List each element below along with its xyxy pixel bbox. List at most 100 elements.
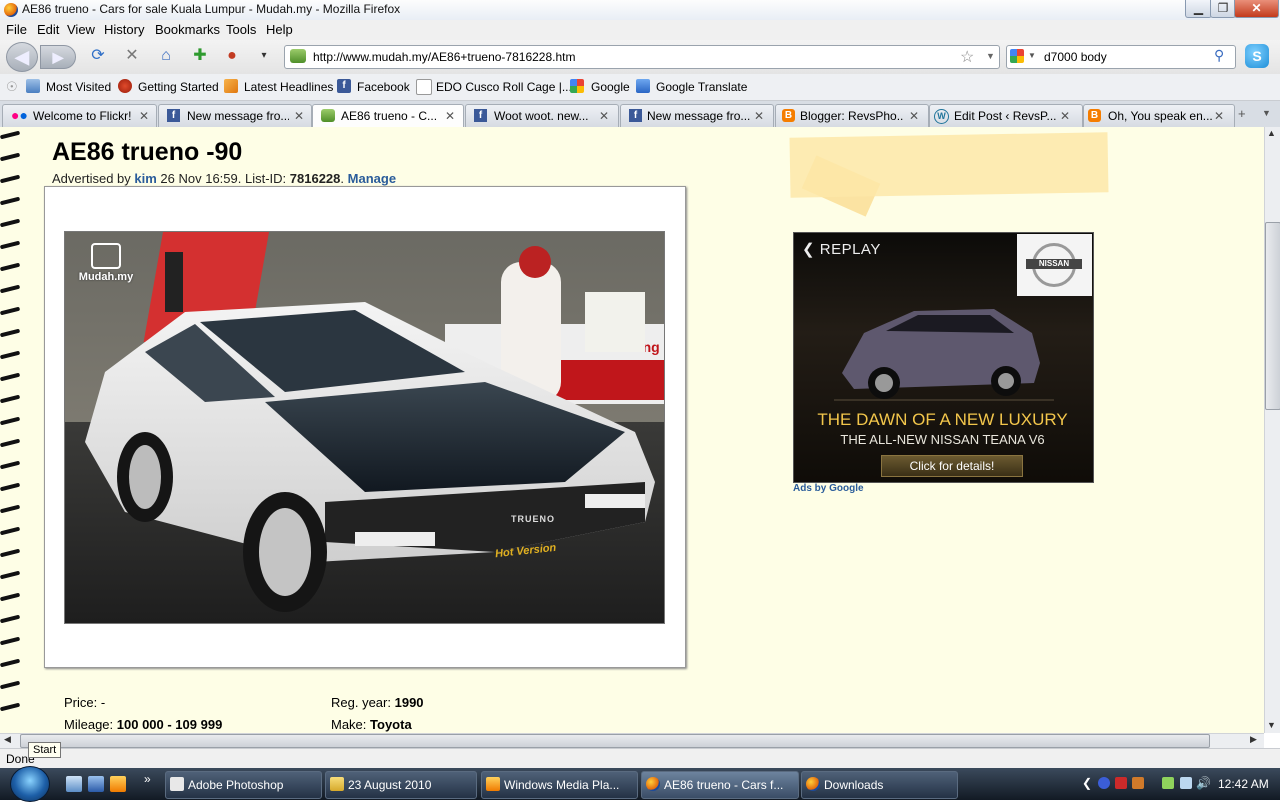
facebook-icon: f [629,109,642,122]
vertical-scroll-thumb[interactable] [1265,222,1280,410]
tab-blogger-2[interactable]: B Oh, You speak en... ✕ [1083,104,1235,127]
tab-facebook-message[interactable]: f New message fro... ✕ [158,104,312,127]
taskbar-media-player[interactable]: Windows Media Pla... [481,771,638,799]
add-bookmark-icon[interactable]: ✚ [190,46,210,66]
mileage-label: Mileage: [64,717,114,732]
engine-dropdown-icon[interactable]: ▼ [1028,51,1036,60]
bookmark-google-translate[interactable]: Google Translate [656,80,747,94]
quicklaunch-overflow-icon[interactable]: » [144,772,151,786]
minimize-button[interactable]: ▁ [1185,0,1212,18]
close-tab-icon[interactable]: ✕ [139,109,149,123]
menu-help[interactable]: Help [266,22,293,37]
menu-bookmarks[interactable]: Bookmarks [155,22,220,37]
bookmark-getting-started[interactable]: Getting Started [138,80,219,94]
stop-icon[interactable]: ✕ [122,46,142,66]
volume-icon[interactable]: 🔊 [1196,776,1211,790]
close-tab-icon[interactable]: ✕ [445,109,455,123]
forward-button[interactable]: ▶ [40,45,76,69]
tab-label: New message fro... [187,109,289,123]
bookmark-google[interactable]: Google [591,80,630,94]
tab-facebook-message-2[interactable]: f New message fro... ✕ [620,104,774,127]
ad-cta-button[interactable]: Click for details! [881,455,1023,477]
search-bar[interactable] [1006,45,1236,69]
menu-tools[interactable]: Tools [226,22,256,37]
close-tab-icon[interactable]: ✕ [1060,109,1070,123]
tab-list-icon[interactable]: ▼ [1262,108,1271,118]
make-value: Toyota [370,717,412,732]
addon-icon[interactable]: ● [222,46,242,66]
home-icon[interactable]: ⌂ [156,46,176,66]
close-tab-icon[interactable]: ✕ [754,109,764,123]
tray-app-icon[interactable] [1132,777,1144,789]
wordpress-icon: W [934,109,949,124]
show-desktop-icon[interactable] [66,776,82,792]
close-tab-icon[interactable]: ✕ [294,109,304,123]
menu-file[interactable]: File [6,22,27,37]
menu-edit[interactable]: Edit [37,22,59,37]
antivirus-icon[interactable] [1115,777,1127,789]
tab-label: Welcome to Flickr! [33,109,132,123]
star-bookmark-icon[interactable]: ☆ [960,47,974,67]
tab-flickr[interactable]: ●● Welcome to Flickr! ✕ [2,104,157,127]
reload-icon[interactable]: ⟳ [88,46,108,66]
make-label: Make: [331,717,367,732]
replay-button[interactable]: ❮ REPLAY [802,240,881,258]
start-button[interactable] [10,766,50,802]
tab-facebook-woot[interactable]: f Woot woot. new... ✕ [465,104,619,127]
taskbar-firefox[interactable]: AE86 trueno - Cars f... [641,771,799,799]
tab-blogger[interactable]: B Blogger: RevsPho... ✕ [775,104,929,127]
media-player-quicklaunch-icon[interactable] [110,776,126,792]
dropdown-icon[interactable]: ▾ [254,46,274,66]
notebook-spiral-decoration [0,127,22,733]
scroll-right-icon[interactable]: ▶ [1250,734,1257,745]
user-link[interactable]: kim [134,171,156,186]
site-favicon-icon [290,49,306,63]
scroll-up-icon[interactable]: ▲ [1267,128,1276,138]
scroll-left-icon[interactable]: ◀ [4,734,11,745]
google-search-engine-icon[interactable] [1010,49,1024,63]
manage-link[interactable]: Manage [348,171,396,186]
tab-wordpress-edit-post[interactable]: W Edit Post ‹ RevsP... ✕ [929,104,1083,127]
tab-label: Woot woot. new... [494,109,589,123]
close-tab-icon[interactable]: ✕ [1214,109,1224,123]
bookmark-edo-cusco[interactable]: EDO Cusco Roll Cage |... [436,80,572,94]
tab-label: Edit Post ‹ RevsP... [954,109,1057,123]
new-tab-icon[interactable]: + [1238,106,1246,121]
network-2-icon[interactable] [1180,777,1192,789]
switch-windows-icon[interactable] [88,776,104,792]
firefox-icon [646,777,660,791]
bookmark-facebook[interactable]: Facebook [357,80,410,94]
vertical-scrollbar[interactable] [1264,127,1280,733]
clock[interactable]: 12:42 AM [1218,777,1269,791]
tab-ae86-trueno[interactable]: AE86 trueno - C... ✕ [312,104,464,128]
car-badge: TRUENO [511,514,555,524]
skype-icon[interactable]: S [1245,44,1269,68]
bookmark-latest-headlines[interactable]: Latest Headlines [244,80,333,94]
maximize-button[interactable]: ❐ [1210,0,1236,18]
throbber-icon: ☉ [6,79,18,94]
taskbar-downloads[interactable]: Downloads [801,771,958,799]
page-icon [416,79,432,95]
close-tab-icon[interactable]: ✕ [599,109,609,123]
network-icon[interactable] [1162,777,1174,789]
tray-expand-icon[interactable]: ❮ [1082,776,1092,790]
bookmark-most-visited[interactable]: Most Visited [46,80,111,94]
task-label: 23 August 2010 [348,778,432,792]
url-text[interactable]: http://www.mudah.my/AE86+trueno-7816228.… [313,50,575,64]
search-input[interactable]: d7000 body [1044,50,1107,64]
close-tab-icon[interactable]: ✕ [909,109,919,123]
taskbar-photoshop[interactable]: Adobe Photoshop [165,771,322,799]
search-icon[interactable]: ⚲ [1214,47,1224,64]
back-button[interactable]: ◀ [6,42,38,72]
menu-history[interactable]: History [104,22,144,37]
bluetooth-icon[interactable] [1098,777,1110,789]
ads-by-google-link[interactable]: Ads by Google [793,483,864,494]
url-dropdown-icon[interactable]: ▼ [986,51,995,61]
scroll-down-icon[interactable]: ▼ [1267,720,1276,730]
car-photo[interactable]: Racing TRUENO Hot Version [64,231,665,624]
menu-view[interactable]: View [67,22,95,37]
taskbar-folder[interactable]: 23 August 2010 [325,771,477,799]
listing-meta: Advertised by kim 26 Nov 16:59. List-ID:… [52,171,396,186]
close-window-button[interactable]: ✕ [1234,0,1279,18]
horizontal-scroll-thumb[interactable] [20,734,1210,748]
